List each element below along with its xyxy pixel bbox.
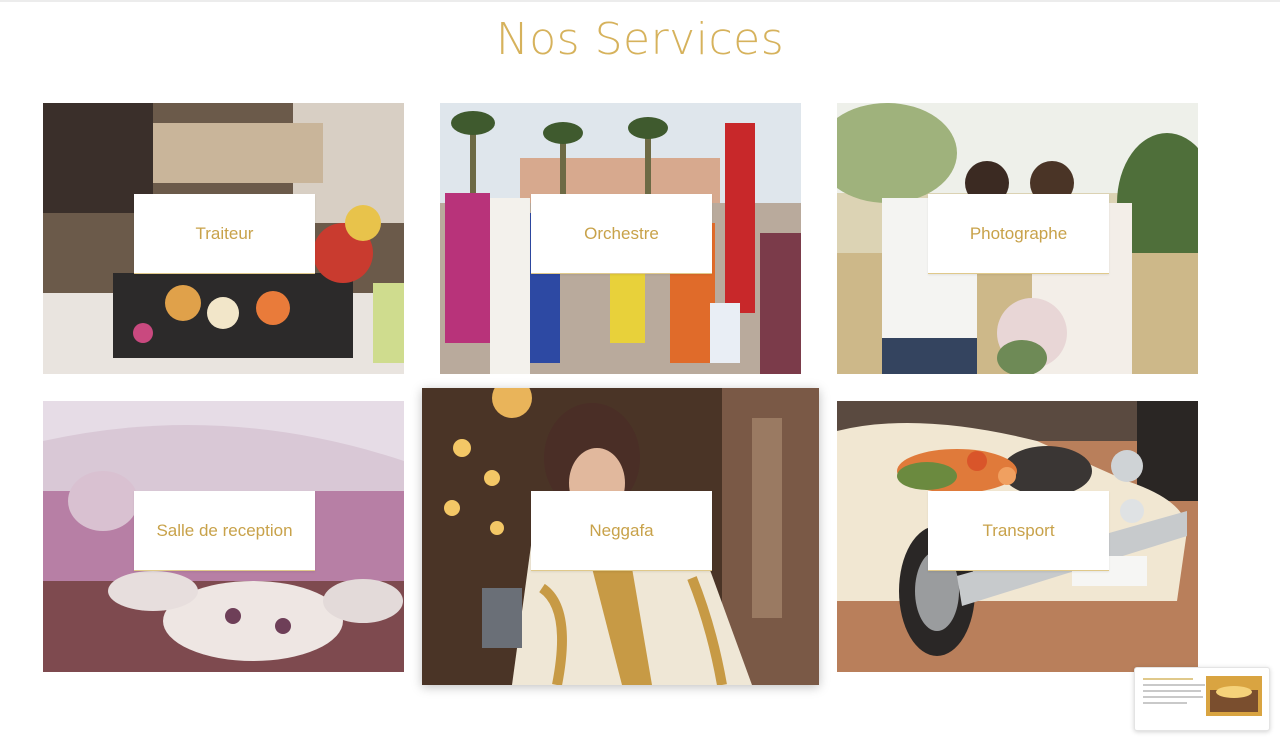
service-card-transport[interactable]: Transport [837,401,1198,672]
page-preview-thumbnail[interactable] [1134,667,1270,731]
service-label-box: Traiteur [134,194,315,274]
service-label: Salle de reception [156,520,293,540]
service-card-orchestre[interactable]: Orchestre [440,103,801,374]
service-label: Photographe [969,223,1068,243]
service-label-box: Photographe [928,194,1109,274]
service-label-box: Neggafa [531,491,712,571]
page-title: Nos Services [495,14,785,65]
service-label-box: Transport [928,491,1109,571]
service-label: Transport [982,520,1055,540]
service-card-salle-de-reception[interactable]: Salle de reception [43,401,404,672]
service-card-traiteur[interactable]: Traiteur [43,103,404,374]
preview-text-lines [1143,678,1205,708]
service-label-box: Orchestre [531,194,712,274]
preview-image [1206,676,1262,716]
service-card-neggafa[interactable]: Neggafa [422,388,819,685]
service-label: Traiteur [195,223,254,243]
service-label: Orchestre [584,223,659,243]
service-label-box: Salle de reception [134,491,315,571]
service-label: Neggafa [589,520,654,540]
top-divider [0,0,1280,2]
service-card-photographe[interactable]: Photographe [837,103,1198,374]
